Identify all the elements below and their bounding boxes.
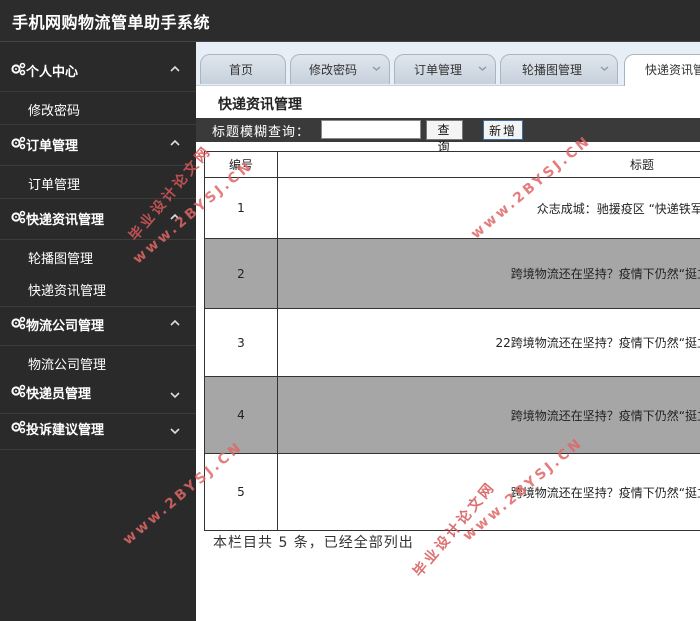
row-number: 5 xyxy=(204,453,278,531)
sidebar-item-express-news[interactable]: 快递资讯管理 xyxy=(0,272,196,304)
tab-change-password[interactable]: 修改密码 xyxy=(290,54,390,84)
tab-orders[interactable]: 订单管理 xyxy=(394,54,496,84)
sidebar-group-orders[interactable]: 订单管理 xyxy=(0,122,196,166)
sidebar-group-complaints[interactable]: 投诉建议管理 xyxy=(0,406,196,450)
title-search-input[interactable] xyxy=(321,120,421,139)
chevron-down-icon xyxy=(170,392,180,399)
table-row[interactable]: 3 22跨境物流还在坚持？疫情下仍然“挺立 xyxy=(204,308,700,377)
chevron-down-icon[interactable] xyxy=(600,64,609,73)
sidebar-item-carousel[interactable]: 轮播图管理 xyxy=(0,240,196,272)
row-number: 1 xyxy=(204,177,278,239)
chevron-up-icon xyxy=(170,319,180,326)
query-button[interactable]: 查询 xyxy=(426,120,463,154)
sidebar-group-label: 个人中心 xyxy=(26,65,79,80)
gears-icon xyxy=(11,316,26,330)
sidebar-group-logistics-company[interactable]: 物流公司管理 xyxy=(0,302,196,346)
row-number: 4 xyxy=(204,376,278,454)
row-number: 3 xyxy=(204,308,278,377)
chevron-up-icon xyxy=(170,139,180,146)
row-title[interactable]: 跨境物流还在坚持？疫情下仍然“挺立 xyxy=(277,376,700,454)
column-header-number: 编号 xyxy=(204,151,278,178)
sidebar-item-change-password[interactable]: 修改密码 xyxy=(0,92,196,124)
record-count-summary: 本栏目共 5 条，已经全部列出 xyxy=(213,535,414,551)
gears-icon xyxy=(11,210,26,224)
app-title: 手机网购物流管单助手系统 xyxy=(12,13,211,32)
table-header-row: 编号 标题 xyxy=(204,151,700,178)
page-title: 快递资讯管理 xyxy=(218,97,302,113)
table-row[interactable]: 4 跨境物流还在坚持？疫情下仍然“挺立 xyxy=(204,376,700,454)
search-bar: 标题模糊查询： 查询 新增 xyxy=(196,118,700,154)
sidebar-group-label: 快递资讯管理 xyxy=(26,213,105,228)
row-title[interactable]: 跨境物流还在坚持？疫情下仍然“挺立 xyxy=(277,453,700,531)
sidebar-group-label: 投诉建议管理 xyxy=(26,423,105,438)
tab-home[interactable]: 首页 xyxy=(200,54,286,84)
row-title[interactable]: 众志成城：驰援疫区 “快递铁军” xyxy=(277,177,700,239)
gears-icon xyxy=(11,136,26,150)
gears-icon xyxy=(11,384,26,398)
row-title[interactable]: 跨境物流还在坚持？疫情下仍然“挺立 xyxy=(277,238,700,309)
chevron-down-icon[interactable] xyxy=(372,64,381,73)
table-row[interactable]: 5 跨境物流还在坚持？疫情下仍然“挺立 xyxy=(204,453,700,531)
main-content: 首页 修改密码 订单管理 轮播图管理 快递资讯管 快递资讯管理 标题模糊查询： … xyxy=(196,42,700,621)
row-number: 2 xyxy=(204,238,278,309)
sidebar-group-express-news[interactable]: 快递资讯管理 xyxy=(0,196,196,240)
gears-icon xyxy=(11,62,26,76)
sidebar-group-personal-center[interactable]: 个人中心 xyxy=(0,48,196,92)
sidebar-group-label: 物流公司管理 xyxy=(26,319,105,334)
column-header-title: 标题 xyxy=(277,151,700,178)
sidebar-item-orders[interactable]: 订单管理 xyxy=(0,166,196,198)
tab-carousel[interactable]: 轮播图管理 xyxy=(500,54,618,84)
news-table: 编号 标题 1 众志成城：驰援疫区 “快递铁军” 2 跨境物流还在坚持？疫情下仍… xyxy=(204,151,700,531)
chevron-down-icon xyxy=(170,428,180,435)
chevron-up-icon xyxy=(170,65,180,72)
search-label: 标题模糊查询： xyxy=(212,125,311,140)
row-title[interactable]: 22跨境物流还在坚持？疫情下仍然“挺立 xyxy=(277,308,700,377)
sidebar-group-label: 订单管理 xyxy=(26,139,79,154)
table-row[interactable]: 2 跨境物流还在坚持？疫情下仍然“挺立 xyxy=(204,238,700,309)
tab-strip: 首页 修改密码 订单管理 轮播图管理 快递资讯管 xyxy=(196,42,700,86)
tab-express-news[interactable]: 快递资讯管 xyxy=(624,54,700,86)
chevron-down-icon[interactable] xyxy=(478,64,487,73)
gears-icon xyxy=(11,420,26,434)
title-bar: 手机网购物流管单助手系统 xyxy=(0,0,700,42)
table-row[interactable]: 1 众志成城：驰援疫区 “快递铁军” xyxy=(204,177,700,239)
chevron-up-icon xyxy=(170,213,180,220)
add-button[interactable]: 新增 xyxy=(483,120,523,140)
sidebar-group-label: 快递员管理 xyxy=(26,387,92,402)
sidebar: 个人中心 修改密码 订单管理 订单管理 快递资讯管理 轮播图管理 快递资讯管理 … xyxy=(0,42,196,621)
